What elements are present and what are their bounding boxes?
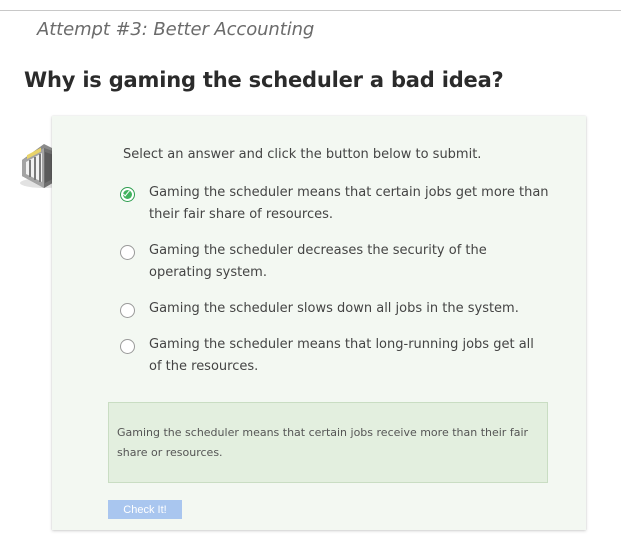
radio-selected-icon[interactable] (120, 187, 135, 202)
feedback-box: Gaming the scheduler means that certain … (108, 402, 548, 483)
answer-option-2[interactable]: Gaming the scheduler decreases the secur… (120, 243, 550, 284)
page-subtitle: Attempt #3: Better Accounting (37, 19, 315, 40)
answer-option-label: Gaming the scheduler slows down all jobs… (149, 301, 519, 316)
check-it-button[interactable]: Check It! (108, 500, 182, 519)
question-title: Why is gaming the scheduler a bad idea? (24, 68, 504, 92)
radio-unselected-icon[interactable] (120, 303, 135, 318)
answer-option-3[interactable]: Gaming the scheduler slows down all jobs… (120, 301, 550, 320)
feedback-text: Gaming the scheduler means that certain … (117, 426, 529, 459)
radio-unselected-icon[interactable] (120, 339, 135, 354)
answer-option-label: Gaming the scheduler means that long-run… (149, 337, 534, 374)
top-divider (0, 10, 621, 11)
quiz-card: Select an answer and click the button be… (52, 116, 586, 530)
answer-option-label: Gaming the scheduler decreases the secur… (149, 243, 487, 280)
answer-option-1[interactable]: Gaming the scheduler means that certain … (120, 185, 550, 226)
radio-unselected-icon[interactable] (120, 245, 135, 260)
quiz-instructions: Select an answer and click the button be… (123, 147, 482, 162)
answer-option-4[interactable]: Gaming the scheduler means that long-run… (120, 337, 550, 378)
answer-option-label: Gaming the scheduler means that certain … (149, 185, 549, 222)
